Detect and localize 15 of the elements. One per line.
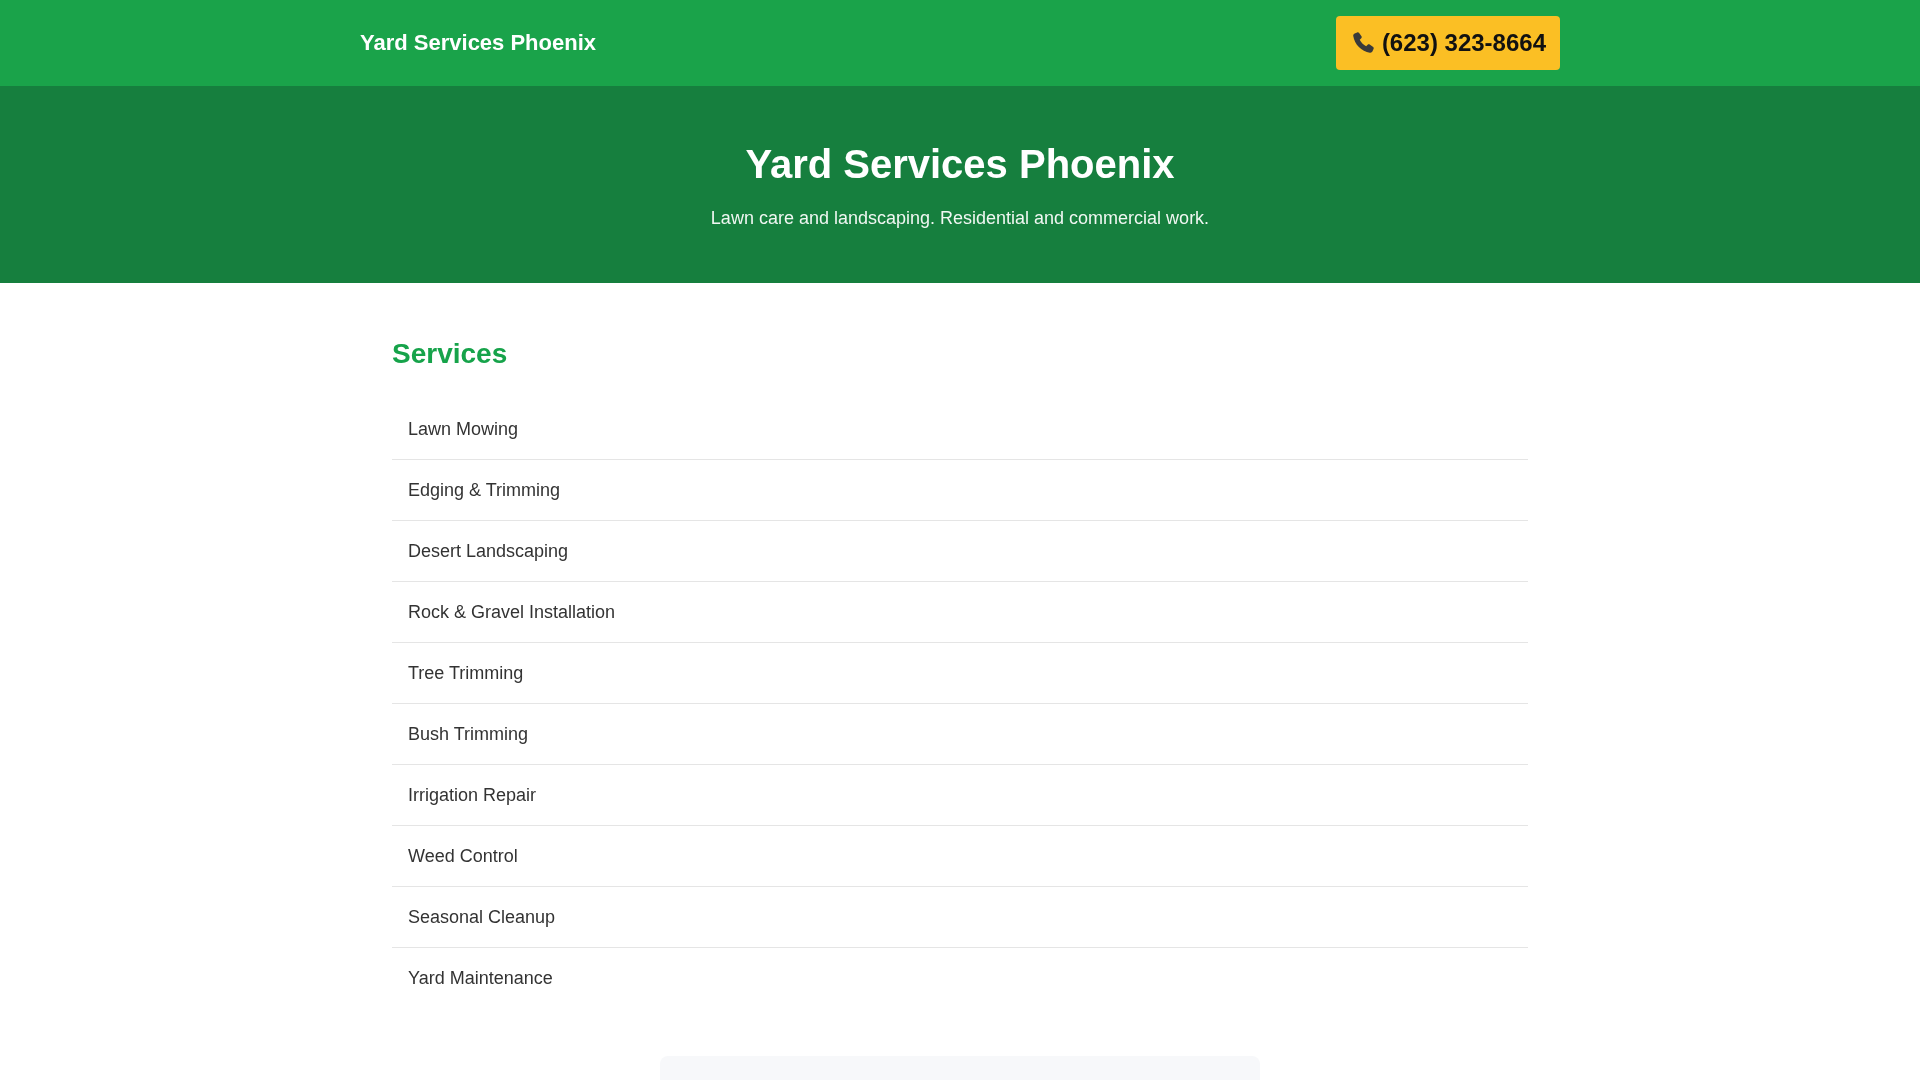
service-item: Tree Trimming [392,643,1528,704]
section-heading: Services [392,337,509,371]
service-item: Edging & Trimming [392,460,1528,521]
service-item: Bush Trimming [392,704,1528,765]
hero-title: Yard Services Phoenix [744,141,1176,188]
service-item: Seasonal Cleanup [392,887,1528,948]
service-item: Lawn Mowing [392,399,1528,460]
service-item: Desert Landscaping [392,521,1528,582]
service-item: Irrigation Repair [392,765,1528,826]
service-item: Yard Maintenance [407,966,554,990]
brand-name: Yard Services Phoenix [360,30,597,56]
service-item: Rock & Gravel Installation [392,582,1528,643]
phone-button[interactable]: (623) 323-8664 [1335,16,1560,70]
service-item: Weed Control [392,826,1528,887]
hero-subtitle: Lawn care and landscaping. Residential and commercial work. [709,207,1211,230]
